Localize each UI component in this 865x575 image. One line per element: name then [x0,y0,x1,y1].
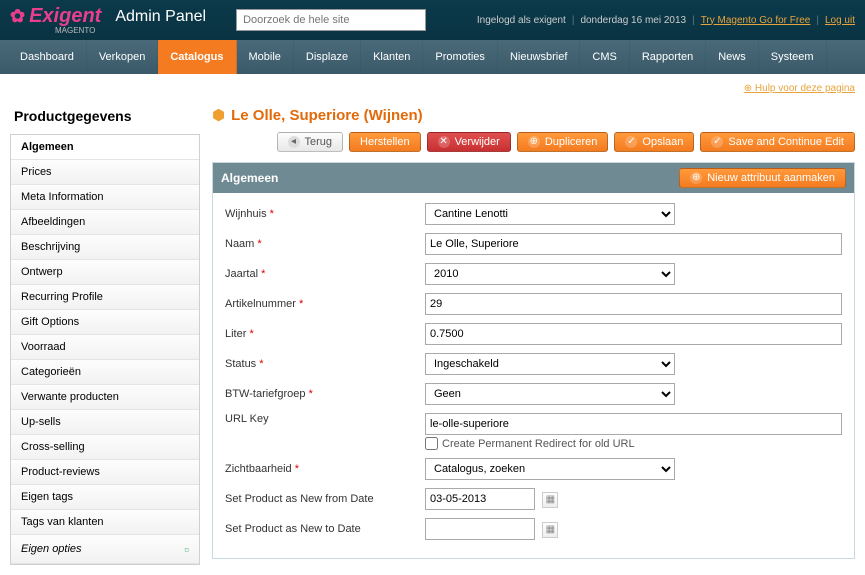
label-urlkey: URL Key [225,413,425,425]
calendar-icon[interactable]: ▦ [542,492,558,508]
panel-body: Wijnhuis * Cantine Lenotti Naam * Jaarta… [213,193,854,558]
redirect-checkbox[interactable] [425,437,438,450]
page-title: Le Olle, Superiore (Wijnen) [231,107,423,124]
page-head: ⬢ Le Olle, Superiore (Wijnen) [212,102,855,132]
toolbar: ◂Terug Herstellen ✕Verwijder ⊕Dupliceren… [212,132,855,152]
main-nav: Dashboard Verkopen Catalogus Mobile Disp… [0,40,865,74]
sep: | [816,15,819,26]
label-naam: Naam * [225,238,425,250]
nav-news[interactable]: News [706,40,759,74]
new-to-input[interactable] [425,518,535,540]
panel-algemeen: Algemeen ⊕Nieuw attribuut aanmaken Wijnh… [212,162,855,559]
sidebar-item-verwante[interactable]: Verwante producten [11,385,199,410]
save-button[interactable]: ✓Opslaan [614,132,694,152]
label-new-from: Set Product as New from Date [225,493,425,505]
nav-dashboard[interactable]: Dashboard [8,40,87,74]
package-icon: ⬢ [212,106,225,124]
naam-input[interactable] [425,233,842,255]
plus-icon: ▫ [184,541,189,557]
nav-systeem[interactable]: Systeem [759,40,827,74]
label-zichtbaarheid: Zichtbaarheid * [225,463,425,475]
logo-icon: ✿ [10,6,25,27]
sidebar: Productgegevens Algemeen Prices Meta Inf… [10,102,200,565]
delete-button[interactable]: ✕Verwijder [427,132,511,152]
try-link[interactable]: Try Magento Go for Free [701,15,811,26]
sidebar-item-cross[interactable]: Cross-selling [11,435,199,460]
label-wijnhuis: Wijnhuis * [225,208,425,220]
sidebar-item-recurring[interactable]: Recurring Profile [11,285,199,310]
logo-brand: Exigent [29,5,101,28]
date-text: donderdag 16 mei 2013 [580,15,686,26]
sidebar-item-upsells[interactable]: Up-sells [11,410,199,435]
duplicate-button[interactable]: ⊕Dupliceren [517,132,609,152]
sidebar-item-ontwerp[interactable]: Ontwerp [11,260,199,285]
help-link[interactable]: Hulp voor deze pagina [744,83,855,94]
status-select[interactable]: Ingeschakeld [425,353,675,375]
nav-displaze[interactable]: Displaze [294,40,361,74]
save-continue-icon: ✓ [711,136,723,148]
sidebar-item-afbeeldingen[interactable]: Afbeeldingen [11,210,199,235]
global-search [236,9,426,31]
jaartal-select[interactable]: 2010 [425,263,675,285]
logged-in-text: Ingelogd als exigent [477,15,566,26]
nav-verkopen[interactable]: Verkopen [87,40,158,74]
nav-catalogus[interactable]: Catalogus [158,40,236,74]
label-artikelnummer: Artikelnummer * [225,298,425,310]
reset-button[interactable]: Herstellen [349,132,421,152]
header-right: Ingelogd als exigent | donderdag 16 mei … [477,15,855,26]
wijnhuis-select[interactable]: Cantine Lenotti [425,203,675,225]
liter-input[interactable] [425,323,842,345]
logo-subtitle: Admin Panel [115,8,206,26]
label-status: Status * [225,358,425,370]
sidebar-item-gift[interactable]: Gift Options [11,310,199,335]
new-attribute-button[interactable]: ⊕Nieuw attribuut aanmaken [679,168,846,188]
sidebar-item-beschrijving[interactable]: Beschrijving [11,235,199,260]
artikelnummer-input[interactable] [425,293,842,315]
add-icon: ⊕ [690,172,702,184]
nav-klanten[interactable]: Klanten [361,40,423,74]
sidebar-item-eigenopties[interactable]: Eigen opties▫ [11,535,199,564]
search-input[interactable] [236,9,426,31]
label-btw: BTW-tariefgroep * [225,388,425,400]
new-from-input[interactable] [425,488,535,510]
sidebar-item-voorraad[interactable]: Voorraad [11,335,199,360]
back-icon: ◂ [288,136,300,148]
duplicate-icon: ⊕ [528,136,540,148]
sidebar-item-meta[interactable]: Meta Information [11,185,199,210]
logout-link[interactable]: Log uit [825,15,855,26]
calendar-icon[interactable]: ▦ [542,522,558,538]
redirect-label: Create Permanent Redirect for old URL [442,438,635,450]
nav-rapporten[interactable]: Rapporten [630,40,706,74]
header: ✿ Exigent Admin Panel MAGENTO Ingelogd a… [0,0,865,40]
sep: | [572,15,575,26]
logo: ✿ Exigent Admin Panel MAGENTO [10,5,206,35]
label-jaartal: Jaartal * [225,268,425,280]
sidebar-item-eigentags[interactable]: Eigen tags [11,485,199,510]
sidebar-item-categorieen[interactable]: Categorieën [11,360,199,385]
label-liter: Liter * [225,328,425,340]
main-content: ⬢ Le Olle, Superiore (Wijnen) ◂Terug Her… [212,102,855,565]
back-button[interactable]: ◂Terug [277,132,344,152]
zichtbaarheid-select[interactable]: Catalogus, zoeken [425,458,675,480]
save-continue-button[interactable]: ✓Save and Continue Edit [700,132,855,152]
sidebar-item-algemeen[interactable]: Algemeen [11,135,199,160]
btw-select[interactable]: Geen [425,383,675,405]
label-new-to: Set Product as New to Date [225,523,425,535]
panel-head: Algemeen ⊕Nieuw attribuut aanmaken [213,163,854,193]
delete-icon: ✕ [438,136,450,148]
urlkey-input[interactable] [425,413,842,435]
nav-promoties[interactable]: Promoties [423,40,498,74]
nav-cms[interactable]: CMS [580,40,629,74]
sidebar-item-reviews[interactable]: Product-reviews [11,460,199,485]
panel-title: Algemeen [221,171,278,185]
sidebar-list: Algemeen Prices Meta Information Afbeeld… [10,134,200,565]
nav-mobile[interactable]: Mobile [237,40,294,74]
sidebar-title: Productgegevens [10,102,200,134]
sidebar-item-prices[interactable]: Prices [11,160,199,185]
nav-nieuwsbrief[interactable]: Nieuwsbrief [498,40,580,74]
sep: | [692,15,695,26]
save-icon: ✓ [625,136,637,148]
logo-small: MAGENTO [55,26,206,35]
